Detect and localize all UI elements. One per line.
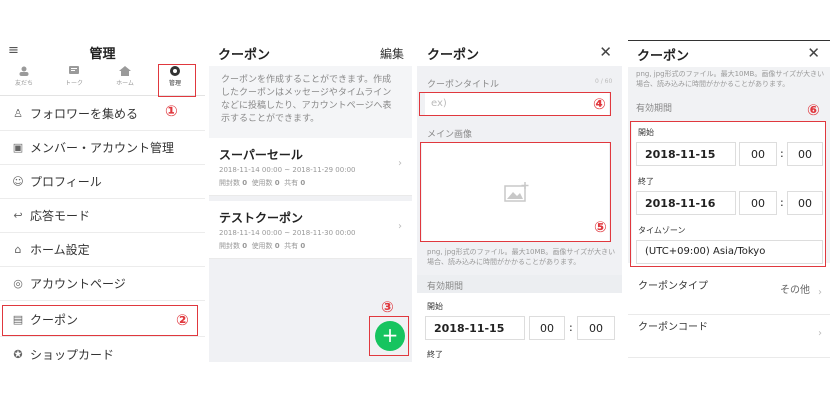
- menu-item-label: 応答モード: [30, 209, 91, 223]
- step-marker-5: ⑤: [594, 218, 607, 236]
- step-marker-2: ②: [176, 311, 189, 329]
- page-title: クーポン: [427, 48, 480, 63]
- highlight-title-input: [419, 92, 611, 116]
- coupon-name: テストクーポン: [219, 211, 304, 225]
- stat-value: 0: [274, 179, 280, 187]
- menu-item-reply-mode[interactable]: ↩ 応答モード: [0, 199, 205, 233]
- coupon-card[interactable]: テストクーポン 2018-11-14 00:00 ~ 2018-11-30 00…: [209, 201, 412, 259]
- coupon-stats: 開封数 0 使用数 0 共有 0: [219, 241, 402, 251]
- home-settings-icon: ⌂: [14, 243, 22, 256]
- highlight-add-button: [369, 316, 409, 356]
- stat-value: 0: [242, 242, 248, 250]
- highlight-image-upload: [420, 142, 611, 242]
- reply-mode-icon: ↩: [13, 209, 23, 222]
- time-separator: :: [569, 321, 573, 334]
- coupon-type-row[interactable]: クーポンタイプ その他 ›: [628, 277, 830, 315]
- coupon-period: 2018-11-14 00:00 ~ 2018-11-30 00:00: [219, 229, 356, 237]
- coupon-period: 2018-11-14 00:00 ~ 2018-11-29 00:00: [219, 166, 356, 174]
- chevron-right-icon: ›: [398, 158, 402, 169]
- image-note: png, jpg形式のファイル。最大10MB。画像サイズが大きい場合、読み込みに…: [427, 248, 616, 266]
- coupon-list-header: クーポン 編集: [209, 40, 412, 66]
- menu-item-account-page[interactable]: ◎ アカウントページ: [0, 267, 205, 301]
- tab-label: 友だち: [14, 80, 33, 87]
- menu-item-profile[interactable]: ☺ プロフィール: [0, 165, 205, 199]
- coupon-name: スーパーセール: [219, 148, 303, 162]
- step-marker-6: ⑥: [807, 101, 820, 119]
- step-marker-3: ③: [381, 298, 394, 316]
- chevron-right-icon: ›: [818, 328, 822, 339]
- start-minute-field[interactable]: 00: [577, 316, 615, 340]
- chevron-right-icon: ›: [398, 221, 402, 232]
- stat-label: 開封数: [219, 179, 240, 187]
- chat-icon: [69, 66, 79, 74]
- main-image-label: メイン画像: [427, 130, 473, 140]
- close-icon[interactable]: ✕: [807, 44, 820, 62]
- period-section: 有効期間: [417, 275, 622, 293]
- coupon-period-panel: クーポン ✕ png, jpg形式のファイル。最大10MB。画像サイズが大きい場…: [628, 40, 830, 362]
- coupon-title-label: クーポンタイトル: [427, 80, 500, 90]
- start-date-field[interactable]: 2018-11-15: [425, 316, 525, 340]
- stat-label: 共有: [284, 179, 299, 187]
- coupon-type-value: その他: [780, 285, 810, 296]
- coupon-code-row[interactable]: クーポンコード ›: [628, 316, 830, 358]
- stat-label: 使用数: [251, 179, 273, 187]
- tab-home[interactable]: ホーム: [107, 66, 143, 87]
- home-icon: [119, 66, 131, 76]
- tab-label: トーク: [64, 80, 83, 87]
- management-header: ≡ 管理: [0, 40, 205, 64]
- chevron-right-icon: ›: [818, 287, 822, 298]
- coupon-code-label: クーポンコード: [638, 322, 708, 333]
- highlight-period-section: [630, 121, 826, 267]
- highlight-coupon-item: [2, 305, 198, 336]
- tab-talk[interactable]: トーク: [56, 66, 92, 87]
- stat-label: 使用数: [251, 242, 273, 250]
- menu-item-label: ホーム設定: [30, 243, 90, 257]
- profile-icon: ☺: [12, 175, 24, 188]
- page-title: クーポン: [218, 48, 271, 63]
- account-page-icon: ◎: [13, 277, 23, 290]
- menu-item-member-account[interactable]: ▣ メンバー・アカウント管理: [0, 131, 205, 165]
- menu-item-label: ショップカード: [30, 348, 115, 362]
- coupon-type-label: クーポンタイプ: [638, 281, 708, 292]
- page-title: クーポン: [637, 49, 690, 64]
- tab-friends[interactable]: 友だち: [6, 66, 42, 87]
- period-section-label: 有効期間: [636, 104, 673, 114]
- stat-value: 0: [274, 242, 280, 250]
- shop-card-icon: ✪: [13, 348, 23, 361]
- menu-item-shop-card[interactable]: ✪ ショップカード: [0, 338, 205, 362]
- tab-label: ホーム: [116, 80, 134, 87]
- menu-item-label: プロフィール: [30, 175, 102, 189]
- menu-item-home-settings[interactable]: ⌂ ホーム設定: [0, 233, 205, 267]
- step-marker-4: ④: [593, 95, 606, 113]
- stat-label: 開封数: [219, 242, 240, 250]
- coupon-list-panel: クーポン 編集 クーポンを作成することができます。作成したクーポンはメッセージや…: [209, 40, 412, 362]
- person-plus-icon: ♙: [13, 107, 23, 120]
- coupon-period-header: クーポン ✕: [628, 41, 830, 67]
- menu-item-label: フォロワーを集める: [30, 107, 139, 121]
- management-panel: ≡ 管理 友だち トーク ホーム 管理 ♙ フォロワーを集める ▣ メンバー・ア…: [0, 40, 205, 362]
- stat-value: 0: [300, 242, 306, 250]
- coupon-create-header: クーポン ✕: [417, 40, 622, 66]
- id-card-icon: ▣: [12, 141, 24, 154]
- end-label: 終了: [427, 350, 443, 359]
- menu-item-label: アカウントページ: [30, 277, 126, 291]
- edit-button[interactable]: 編集: [380, 45, 404, 62]
- coupon-create-panel: クーポン ✕ クーポンタイトル 0 / 60 ex) メイン画像 png, jp…: [417, 40, 622, 362]
- page-title: 管理: [89, 47, 116, 62]
- stat-value: 0: [242, 179, 248, 187]
- friends-icon: [19, 66, 29, 76]
- char-counter: 0 / 60: [595, 78, 613, 85]
- close-icon[interactable]: ✕: [599, 43, 612, 61]
- start-label: 開始: [427, 302, 443, 311]
- image-note: png, jpg形式のファイル。最大10MB。画像サイズが大きい場合、読み込みに…: [636, 70, 825, 88]
- highlight-management-tab: [158, 64, 196, 97]
- stat-label: 共有: [284, 242, 299, 250]
- stat-value: 0: [300, 179, 306, 187]
- coupon-card[interactable]: スーパーセール 2018-11-14 00:00 ~ 2018-11-29 00…: [209, 138, 412, 196]
- menu-item-label: メンバー・アカウント管理: [30, 141, 175, 155]
- coupon-stats: 開封数 0 使用数 0 共有 0: [219, 178, 402, 188]
- step-marker-1: ①: [165, 102, 178, 120]
- start-hour-field[interactable]: 00: [529, 316, 565, 340]
